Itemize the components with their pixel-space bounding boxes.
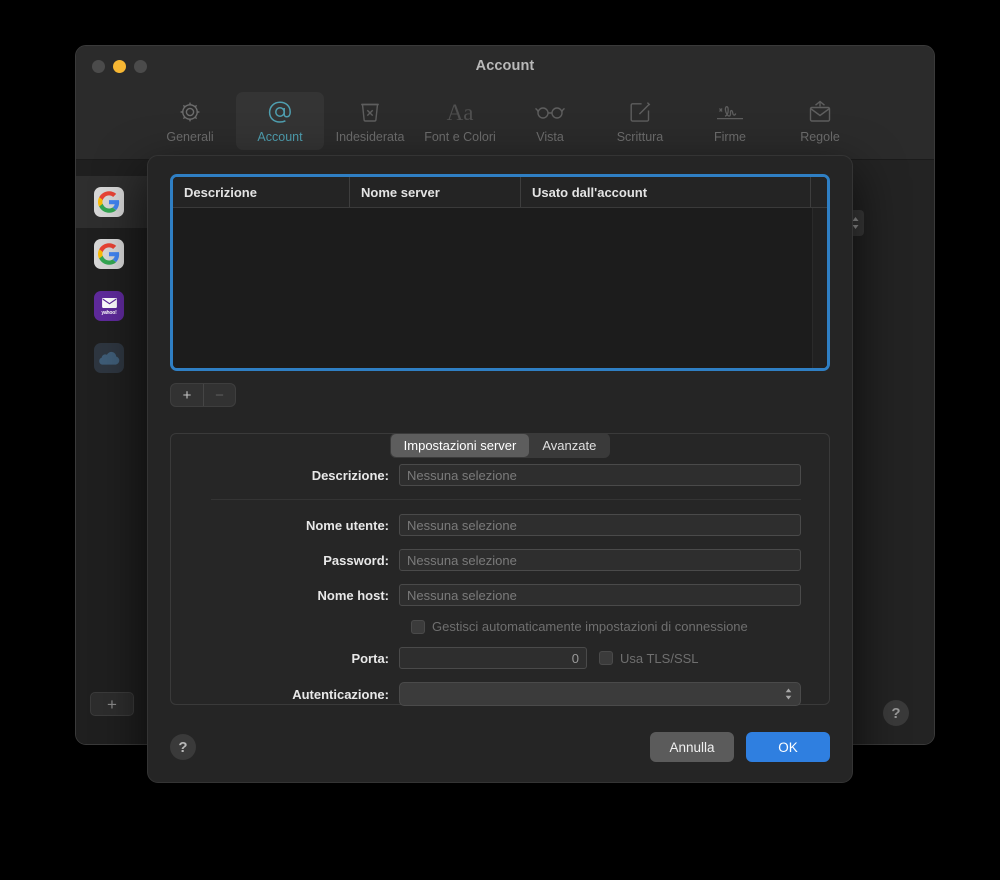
dialog-footer: ? Annulla OK [170,732,830,762]
toolbar-item-account[interactable]: Account [236,92,324,150]
add-account-button[interactable]: + [90,692,134,716]
google-logo-icon [94,187,124,217]
toolbar-item-firme[interactable]: Firme [686,92,774,150]
field-row-autenticazione: Autenticazione: [199,682,801,706]
tab-impostazioni-server[interactable]: Impostazioni server [390,434,530,457]
tab-panel-impostazioni-server: Descrizione: Nessuna selezione Nome uten… [170,433,830,706]
server-settings-tabbox: Impostazioni server Avanzate Descrizione… [170,433,830,706]
yahoo-mail-icon: yahoo! [94,291,124,321]
toolbar-item-generali[interactable]: Generali [146,92,234,150]
toolbar-label: Generali [166,130,214,144]
column-header-usato-dall-account[interactable]: Usato dall'account [521,177,811,207]
toolbar-item-regole[interactable]: Regole [776,92,864,150]
toolbar-item-vista[interactable]: Vista [506,92,594,150]
select-autenticazione[interactable] [399,682,801,706]
google-logo-icon [94,239,124,269]
checkbox-auto-manage-group[interactable]: Gestisci automaticamente impostazioni di… [411,619,748,634]
input-porta[interactable]: 0 [399,647,587,669]
label-nome-host: Nome host: [317,587,390,603]
toolbar-label: Regole [800,130,840,144]
field-row-nome-host: Nome host: Nessuna selezione [199,584,801,606]
input-nome-utente[interactable]: Nessuna selezione [399,514,801,536]
compose-pencil-icon [627,97,653,127]
toolbar-label: Firme [714,130,746,144]
form-divider [211,499,801,500]
font-aa-icon: Aa [440,97,480,127]
toolbar-label: Scrittura [616,130,664,144]
input-password[interactable]: Nessuna selezione [399,549,801,571]
screen: Account Generali Account Indesiderata Aa… [0,0,1000,880]
checkbox-auto-manage-box[interactable] [411,619,425,634]
server-accounts-dialog: Descrizione Nome server Usato dall'accou… [147,155,853,783]
rules-envelope-icon [806,97,834,127]
cancel-button[interactable]: Annulla [650,732,734,762]
checkbox-auto-manage-label: Gestisci automaticamente impostazioni di… [432,619,748,634]
junk-bin-icon [357,97,383,127]
field-row-descrizione: Descrizione: Nessuna selezione [199,464,801,486]
column-header-nome-server[interactable]: Nome server [350,177,521,207]
field-row-nome-utente: Nome utente: Nessuna selezione [199,514,801,536]
label-descrizione: Descrizione: [311,467,389,483]
add-server-account-button[interactable]: + [171,384,203,406]
checkbox-tls-label: Usa TLS/SSL [620,650,699,666]
tab-bar: Impostazioni server Avanzate [170,433,830,458]
signature-icon [714,97,746,127]
server-accounts-table[interactable]: Descrizione Nome server Usato dall'accou… [170,174,830,371]
gear-icon [177,97,203,127]
column-header-spacer [811,177,827,207]
window-titlebar: Account [76,46,934,90]
list-add-remove-controls: + − [170,383,236,407]
label-nome-utente: Nome utente: [305,517,389,533]
glasses-icon [533,97,567,127]
toolbar-item-scrittura[interactable]: Scrittura [596,92,684,150]
input-nome-host[interactable]: Nessuna selezione [399,584,801,606]
toolbar-label: Vista [536,130,564,144]
tab-avanzate[interactable]: Avanzate [529,434,609,457]
yahoo-badge-label: yahoo! [101,309,117,316]
toolbar-label: Indesiderata [335,130,405,144]
table-vertical-scrollbar[interactable] [812,208,827,368]
checkbox-tls-group[interactable]: Usa TLS/SSL [599,651,699,666]
table-header-row: Descrizione Nome server Usato dall'accou… [173,177,827,208]
label-autenticazione: Autenticazione: [292,686,389,702]
toolbar-item-font-e-colori[interactable]: Aa Font e Colori [416,92,504,150]
toolbar-item-indesiderata[interactable]: Indesiderata [326,92,414,150]
icloud-cloud-icon [94,343,124,373]
field-row-auto-manage: Gestisci automaticamente impostazioni di… [199,619,801,634]
preferences-toolbar: Generali Account Indesiderata Aa Font e … [76,90,934,160]
input-descrizione[interactable]: Nessuna selezione [399,464,801,486]
chevron-updown-icon [785,688,792,700]
label-porta: Porta: [351,650,389,666]
window-title: Account [475,58,535,74]
table-body-empty[interactable] [173,208,827,368]
remove-server-account-button: − [203,384,235,406]
column-header-descrizione[interactable]: Descrizione [173,177,350,207]
field-row-password: Password: Nessuna selezione [199,549,801,571]
ok-button[interactable]: OK [746,732,830,762]
toolbar-label: Account [257,130,303,144]
label-password: Password: [323,552,389,568]
dialog-help-button[interactable]: ? [170,734,196,760]
at-sign-icon [266,97,294,127]
svg-text:Aa: Aa [447,100,474,125]
field-row-porta: Porta: 0 Usa TLS/SSL [199,647,801,669]
background-help-button[interactable]: ? [883,700,909,726]
toolbar-label: Font e Colori [424,130,496,144]
checkbox-tls-box[interactable] [599,651,613,665]
